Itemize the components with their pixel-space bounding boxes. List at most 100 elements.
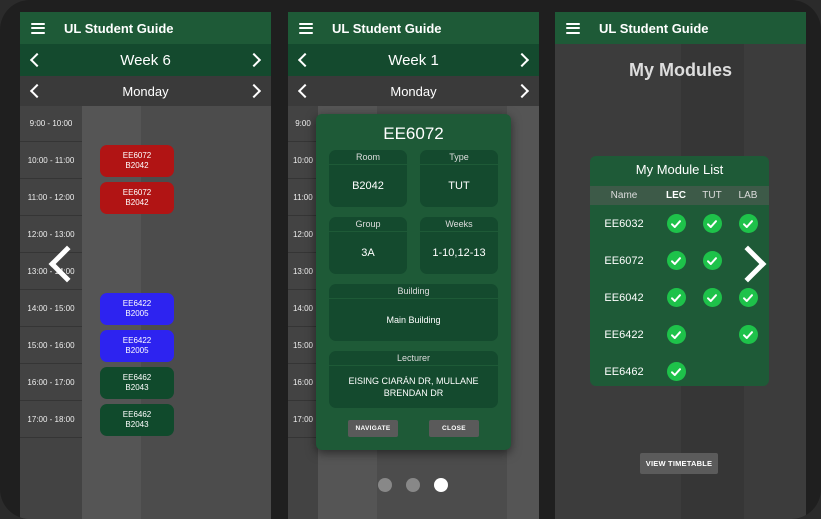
field-label: Group xyxy=(355,219,381,229)
field-value: TUT xyxy=(448,179,470,192)
week-selector: Week 1 xyxy=(288,44,539,76)
column-header: LAB xyxy=(738,190,758,201)
event-room: B2043 xyxy=(125,383,149,392)
dialog-title: EE6072 xyxy=(383,124,444,143)
module-name: EE6422 xyxy=(604,328,644,341)
time-column: 9:00 - 10:00 10:00 - 11:00 11:00 - 12:00… xyxy=(20,106,82,519)
field-value: Main Building xyxy=(386,314,441,325)
event-module: EE6462 xyxy=(122,410,152,419)
field-value: B2042 xyxy=(352,179,384,192)
page-dot[interactable] xyxy=(378,478,392,492)
event-room: B2005 xyxy=(125,346,149,355)
page-dot-active[interactable] xyxy=(434,478,448,492)
page-indicator xyxy=(378,478,448,492)
day-selector: Monday xyxy=(288,76,539,106)
field-value: EISING CIARÁN DR, MULLANE BRENDAN DR xyxy=(348,375,479,398)
class-event[interactable]: EE6462 B2043 xyxy=(100,404,174,436)
field-value: 3A xyxy=(361,246,375,259)
hamburger-icon[interactable] xyxy=(299,22,313,34)
table-row[interactable]: EE6032 xyxy=(590,205,769,242)
field-label: Lecturer xyxy=(396,353,431,363)
cell-lec xyxy=(658,288,694,307)
cell-lec xyxy=(658,251,694,270)
chevron-left-icon[interactable] xyxy=(29,83,45,99)
event-module: EE6422 xyxy=(122,336,152,345)
building-field: Building Main Building xyxy=(329,284,498,341)
time-slot: 17:00 xyxy=(288,402,318,438)
class-event[interactable]: EE6462 B2043 xyxy=(100,367,174,399)
class-event[interactable]: EE6072 B2042 xyxy=(100,182,174,214)
class-detail-dialog: EE6072 Room B2042 Type TUT Group 3A Week… xyxy=(316,114,511,450)
chevron-right-icon[interactable] xyxy=(246,52,262,68)
type-field: Type TUT xyxy=(420,150,498,207)
chevron-right-icon[interactable] xyxy=(514,83,530,99)
chevron-left-icon[interactable] xyxy=(297,52,313,68)
cell-tut xyxy=(694,288,730,307)
event-room: B2043 xyxy=(125,420,149,429)
cell-tut xyxy=(694,214,730,233)
hamburger-icon[interactable] xyxy=(566,22,580,34)
check-circle-icon xyxy=(666,288,686,307)
class-event[interactable]: EE6422 B2005 xyxy=(100,330,174,362)
module-name: EE6042 xyxy=(604,291,644,304)
table-row[interactable]: EE6422 xyxy=(590,316,769,353)
table-row[interactable]: EE6462 xyxy=(590,353,769,386)
time-slot: 9:00 - 10:00 xyxy=(20,106,82,142)
group-field: Group 3A xyxy=(329,217,407,274)
time-slot: 10:00 xyxy=(288,143,318,179)
check-circle-icon xyxy=(738,288,758,307)
cell-lab xyxy=(730,288,766,307)
room-field: Room B2042 xyxy=(329,150,407,207)
table-header: Name LEC TUT LAB xyxy=(590,186,769,205)
app-title: UL Student Guide xyxy=(332,20,442,36)
table-row[interactable]: EE6042 xyxy=(590,279,769,316)
class-event[interactable]: EE6072 B2042 xyxy=(100,145,174,177)
time-slot: 16:00 xyxy=(288,365,318,401)
navigate-button[interactable]: NAVIGATE xyxy=(348,420,398,437)
cell-lab xyxy=(730,214,766,233)
showcase-frame: UL Student Guide Week 6 Monday 9:00 - 10… xyxy=(0,0,821,519)
event-module: EE6422 xyxy=(122,299,152,308)
app-bar: UL Student Guide xyxy=(288,12,539,44)
time-slot: 16:00 - 17:00 xyxy=(20,365,82,401)
app-bar: UL Student Guide xyxy=(555,12,806,44)
time-slot: 13:00 xyxy=(288,254,318,290)
my-modules-screen: UL Student Guide My Modules My Module Li… xyxy=(555,12,806,519)
close-button[interactable]: CLOSE xyxy=(429,420,479,437)
cell-lec xyxy=(658,325,694,344)
field-label: Weeks xyxy=(445,219,473,229)
hamburger-icon[interactable] xyxy=(31,22,45,34)
column-header: LEC xyxy=(666,190,686,201)
time-slot: 11:00 xyxy=(288,180,318,216)
chevron-right-icon[interactable] xyxy=(246,83,262,99)
week-label: Week 1 xyxy=(388,51,439,69)
check-circle-icon xyxy=(702,288,722,307)
field-label: Building xyxy=(397,286,430,296)
time-slot: 15:00 xyxy=(288,328,318,364)
time-slot: 15:00 - 16:00 xyxy=(20,328,82,364)
check-circle-icon xyxy=(702,214,722,233)
cell-lab xyxy=(730,325,766,344)
chevron-left-icon[interactable] xyxy=(29,52,45,68)
check-circle-icon xyxy=(666,325,686,344)
event-module: EE6462 xyxy=(122,373,152,382)
check-circle-icon xyxy=(738,214,758,233)
page-dot[interactable] xyxy=(406,478,420,492)
view-timetable-button[interactable]: VIEW TIMETABLE xyxy=(640,453,718,474)
app-bar: UL Student Guide xyxy=(20,12,271,44)
check-circle-icon xyxy=(666,251,686,270)
check-circle-icon xyxy=(666,362,686,381)
time-slot: 12:00 - 13:00 xyxy=(20,217,82,253)
field-label: Type xyxy=(449,152,469,162)
class-event[interactable]: EE6422 B2005 xyxy=(100,293,174,325)
event-room: B2042 xyxy=(125,161,149,170)
cell-lec xyxy=(658,214,694,233)
time-slot: 14:00 - 15:00 xyxy=(20,291,82,327)
event-room: B2005 xyxy=(125,309,149,318)
chevron-left-icon[interactable] xyxy=(297,83,313,99)
event-room: B2042 xyxy=(125,198,149,207)
cell-tut xyxy=(694,251,730,270)
check-circle-icon xyxy=(666,214,686,233)
page-title: My Modules xyxy=(628,60,732,80)
chevron-right-icon[interactable] xyxy=(514,52,530,68)
